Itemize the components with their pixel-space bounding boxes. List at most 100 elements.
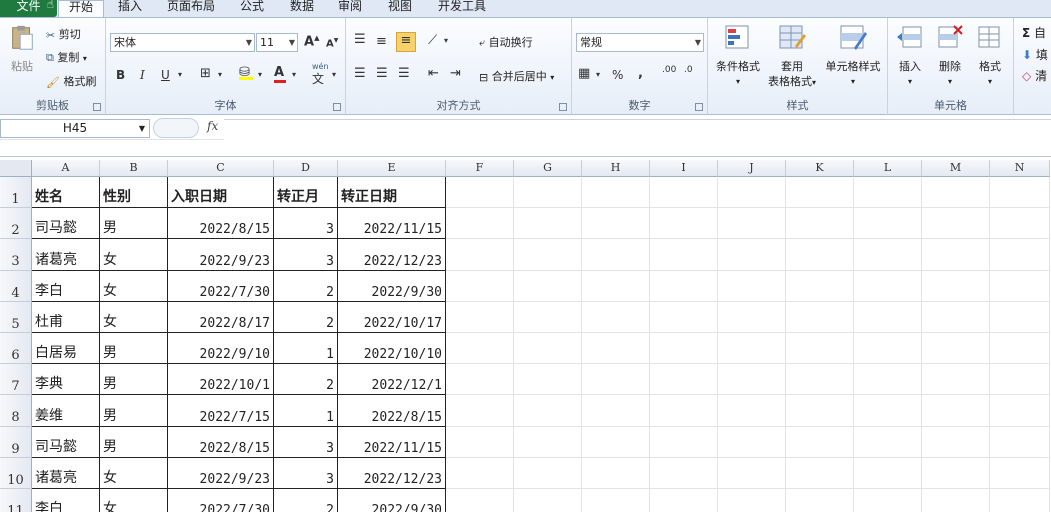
format-cells-button[interactable]: 格式 ▾ [972, 24, 1008, 89]
row-header-10[interactable]: 10 [0, 457, 32, 489]
cell-h1[interactable] [582, 177, 650, 209]
cell-d2[interactable]: 3 [274, 208, 338, 240]
cell-j6[interactable] [718, 333, 786, 365]
cell-b1[interactable]: 性别 [100, 177, 168, 209]
cell-d8[interactable]: 1 [274, 395, 338, 427]
decrease-decimal-button[interactable]: .0 [684, 66, 693, 75]
column-header-d[interactable]: D [274, 160, 338, 177]
cell-l3[interactable] [854, 239, 922, 271]
cell-k5[interactable] [786, 301, 854, 333]
cell-l2[interactable] [854, 208, 922, 240]
cell-j1[interactable] [718, 177, 786, 209]
chevron-down-icon[interactable]: ▾ [292, 70, 296, 79]
cell-h6[interactable] [582, 333, 650, 365]
fill-color-icon[interactable]: ⛁ [239, 65, 253, 80]
row-header-6[interactable]: 6 [0, 333, 32, 365]
cell-l6[interactable] [854, 333, 922, 365]
cell-m3[interactable] [922, 239, 990, 271]
cell-g3[interactable] [514, 239, 582, 271]
cell-g9[interactable] [514, 426, 582, 458]
cell-i7[interactable] [650, 364, 718, 396]
cell-n3[interactable] [990, 239, 1050, 271]
column-header-b[interactable]: B [100, 160, 168, 177]
cell-c3[interactable]: 2022/9/23 [168, 239, 274, 271]
cell-e9[interactable]: 2022/11/15 [338, 426, 446, 458]
formula-splitter[interactable] [153, 118, 199, 138]
border-icon[interactable]: ⊞ [200, 66, 211, 81]
cell-c6[interactable]: 2022/9/10 [168, 333, 274, 365]
cell-c10[interactable]: 2022/9/23 [168, 457, 274, 489]
cell-i6[interactable] [650, 333, 718, 365]
cell-c4[interactable]: 2022/7/30 [168, 270, 274, 302]
cell-l11[interactable] [854, 489, 922, 512]
cell-g5[interactable] [514, 301, 582, 333]
align-bottom-icon[interactable]: ≡ [396, 32, 416, 52]
cell-i3[interactable] [650, 239, 718, 271]
underline-button[interactable]: U [161, 68, 170, 82]
tab-developer[interactable]: 开发工具 [432, 0, 492, 17]
tab-formulas[interactable]: 公式 [234, 0, 270, 17]
cell-f6[interactable] [446, 333, 514, 365]
number-format-select[interactable]: 常规 ▼ [576, 33, 704, 52]
cell-g6[interactable] [514, 333, 582, 365]
column-header-m[interactable]: M [922, 160, 990, 177]
dialog-launcher-icon[interactable] [93, 103, 101, 111]
cell-l1[interactable] [854, 177, 922, 209]
cell-f7[interactable] [446, 364, 514, 396]
chevron-down-icon[interactable]: ▾ [258, 70, 262, 79]
cell-m4[interactable] [922, 270, 990, 302]
tab-data[interactable]: 数据 [284, 0, 320, 17]
percent-button[interactable]: % [612, 68, 623, 82]
cell-g11[interactable] [514, 489, 582, 512]
cell-l5[interactable] [854, 301, 922, 333]
cell-f11[interactable] [446, 489, 514, 512]
align-left-icon[interactable]: ☰ [354, 66, 366, 81]
cell-styles-button[interactable]: 单元格样式 ▾ [820, 24, 886, 89]
cell-e3[interactable]: 2022/12/23 [338, 239, 446, 271]
cell-k9[interactable] [786, 426, 854, 458]
cell-d11[interactable]: 2 [274, 489, 338, 512]
cell-e7[interactable]: 2022/12/1 [338, 364, 446, 396]
autosum-button[interactable]: Σ 自 [1022, 24, 1046, 41]
paste-button[interactable]: 粘贴 [4, 24, 40, 74]
cell-j7[interactable] [718, 364, 786, 396]
cell-n5[interactable] [990, 301, 1050, 333]
cell-b2[interactable]: 男 [100, 208, 168, 240]
cell-m11[interactable] [922, 489, 990, 512]
cell-h11[interactable] [582, 489, 650, 512]
tab-view[interactable]: 视图 [382, 0, 418, 17]
cell-h10[interactable] [582, 457, 650, 489]
column-header-h[interactable]: H [582, 160, 650, 177]
cell-h8[interactable] [582, 395, 650, 427]
cell-c11[interactable]: 2022/7/30 [168, 489, 274, 512]
cell-e11[interactable]: 2022/9/30 [338, 489, 446, 512]
cell-l8[interactable] [854, 395, 922, 427]
cell-d7[interactable]: 2 [274, 364, 338, 396]
cell-d3[interactable]: 3 [274, 239, 338, 271]
cell-g2[interactable] [514, 208, 582, 240]
cell-e6[interactable]: 2022/10/10 [338, 333, 446, 365]
orientation-icon[interactable]: ⟋ [428, 33, 437, 48]
cell-i11[interactable] [650, 489, 718, 512]
cell-f10[interactable] [446, 457, 514, 489]
row-header-7[interactable]: 7 [0, 364, 32, 396]
cell-b8[interactable]: 男 [100, 395, 168, 427]
cell-f3[interactable] [446, 239, 514, 271]
cell-n11[interactable] [990, 489, 1050, 512]
cell-k1[interactable] [786, 177, 854, 209]
cell-f5[interactable] [446, 301, 514, 333]
cell-m8[interactable] [922, 395, 990, 427]
cell-n1[interactable] [990, 177, 1050, 209]
cell-g1[interactable] [514, 177, 582, 209]
cell-k4[interactable] [786, 270, 854, 302]
cell-k3[interactable] [786, 239, 854, 271]
cell-f4[interactable] [446, 270, 514, 302]
cell-l9[interactable] [854, 426, 922, 458]
select-all-corner[interactable] [0, 160, 32, 177]
currency-icon[interactable]: ▦ [578, 66, 590, 81]
cell-a5[interactable]: 杜甫 [32, 301, 100, 333]
cell-f8[interactable] [446, 395, 514, 427]
row-header-5[interactable]: 5 [0, 301, 32, 333]
cell-d5[interactable]: 2 [274, 301, 338, 333]
cell-h2[interactable] [582, 208, 650, 240]
